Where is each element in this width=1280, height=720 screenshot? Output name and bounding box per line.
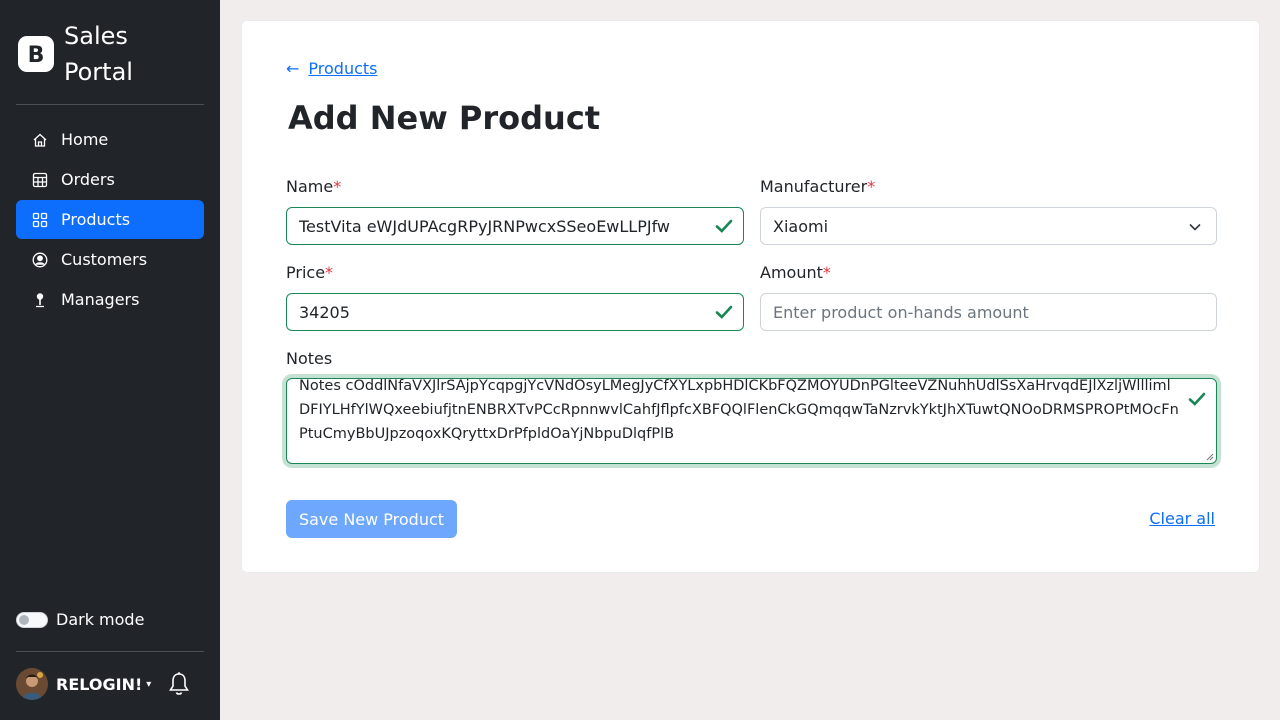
chevron-down-icon bbox=[1189, 223, 1201, 231]
sidebar-item-label: Managers bbox=[61, 290, 140, 309]
brand-name: Sales Portal bbox=[64, 22, 133, 86]
price-input[interactable]: 34205 bbox=[286, 293, 744, 331]
dark-mode-switch[interactable] bbox=[16, 611, 48, 628]
check-icon bbox=[715, 219, 733, 233]
sidebar-item-label: Customers bbox=[61, 250, 148, 269]
price-input-value: 34205 bbox=[299, 302, 350, 322]
avatar bbox=[16, 668, 48, 700]
name-label: Name* bbox=[286, 177, 342, 196]
sidebar-item-label: Home bbox=[61, 130, 109, 149]
save-new-product-button[interactable]: Save New Product bbox=[286, 500, 457, 538]
amount-input[interactable]: Enter product on-hands amount bbox=[760, 293, 1217, 331]
brand[interactable]: B Sales Portal bbox=[16, 18, 144, 90]
notes-textarea-value: Notes cOddlNfaVXJlrSAjpYcqpgjYcVNdOsyLMe… bbox=[299, 378, 1179, 442]
sidebar: B Sales Portal Home Orders Products Cust… bbox=[0, 0, 220, 720]
user-menu[interactable]: RELOGIN! ▾ bbox=[16, 668, 191, 700]
sidebar-item-managers[interactable]: Managers bbox=[16, 280, 204, 319]
caret-down-icon: ▾ bbox=[146, 678, 152, 690]
username: RELOGIN! bbox=[56, 674, 143, 694]
add-product-card: ← Products Add New Product Name* TestVit… bbox=[241, 20, 1260, 573]
sidebar-item-label: Orders bbox=[61, 170, 115, 189]
sidebar-item-products[interactable]: Products bbox=[16, 200, 204, 239]
dark-mode-label: Dark mode bbox=[56, 610, 145, 629]
check-icon bbox=[1188, 392, 1206, 406]
sidebar-item-label: Products bbox=[61, 210, 131, 229]
page-title: Add New Product bbox=[288, 99, 601, 137]
back-to-products-link[interactable]: Products bbox=[308, 59, 377, 78]
breadcrumb[interactable]: ← Products bbox=[286, 59, 378, 78]
arrow-left-icon: ← bbox=[286, 59, 300, 78]
sidebar-nav: Home Orders Products Customers Managers bbox=[16, 120, 204, 320]
resize-handle-icon[interactable] bbox=[1206, 453, 1214, 461]
person-circle-icon bbox=[32, 252, 48, 268]
sidebar-item-customers[interactable]: Customers bbox=[16, 240, 204, 279]
amount-placeholder: Enter product on-hands amount bbox=[773, 302, 1029, 322]
sidebar-item-home[interactable]: Home bbox=[16, 120, 204, 159]
grid-icon bbox=[32, 212, 48, 228]
name-input[interactable]: TestVita eWJdUPAcgRPyJRNPwcxSSeoEwLLPJfw bbox=[286, 207, 744, 245]
bootstrap-logo-icon: B bbox=[18, 36, 54, 72]
check-icon bbox=[715, 305, 733, 319]
notes-textarea[interactable]: Notes cOddlNfaVXJlrSAjpYcqpgjYcVNdOsyLMe… bbox=[286, 378, 1217, 464]
divider bbox=[16, 104, 204, 105]
manufacturer-select[interactable]: Xiaomi bbox=[760, 207, 1217, 245]
dark-mode-toggle[interactable]: Dark mode bbox=[16, 610, 144, 629]
manufacturer-label: Manufacturer* bbox=[760, 177, 876, 196]
name-input-value: TestVita eWJdUPAcgRPyJRNPwcxSSeoEwLLPJfw bbox=[299, 216, 671, 236]
sidebar-item-orders[interactable]: Orders bbox=[16, 160, 204, 199]
person-pin-icon bbox=[32, 292, 48, 308]
manufacturer-select-value: Xiaomi bbox=[773, 216, 829, 236]
amount-label: Amount* bbox=[760, 263, 831, 282]
house-icon bbox=[32, 132, 48, 148]
notes-label: Notes bbox=[286, 349, 333, 368]
divider bbox=[16, 651, 204, 652]
svg-text:B: B bbox=[28, 43, 45, 68]
table-icon bbox=[32, 172, 48, 188]
price-label: Price* bbox=[286, 263, 334, 282]
bell-icon[interactable] bbox=[167, 671, 191, 697]
clear-all-link[interactable]: Clear all bbox=[1149, 509, 1215, 528]
